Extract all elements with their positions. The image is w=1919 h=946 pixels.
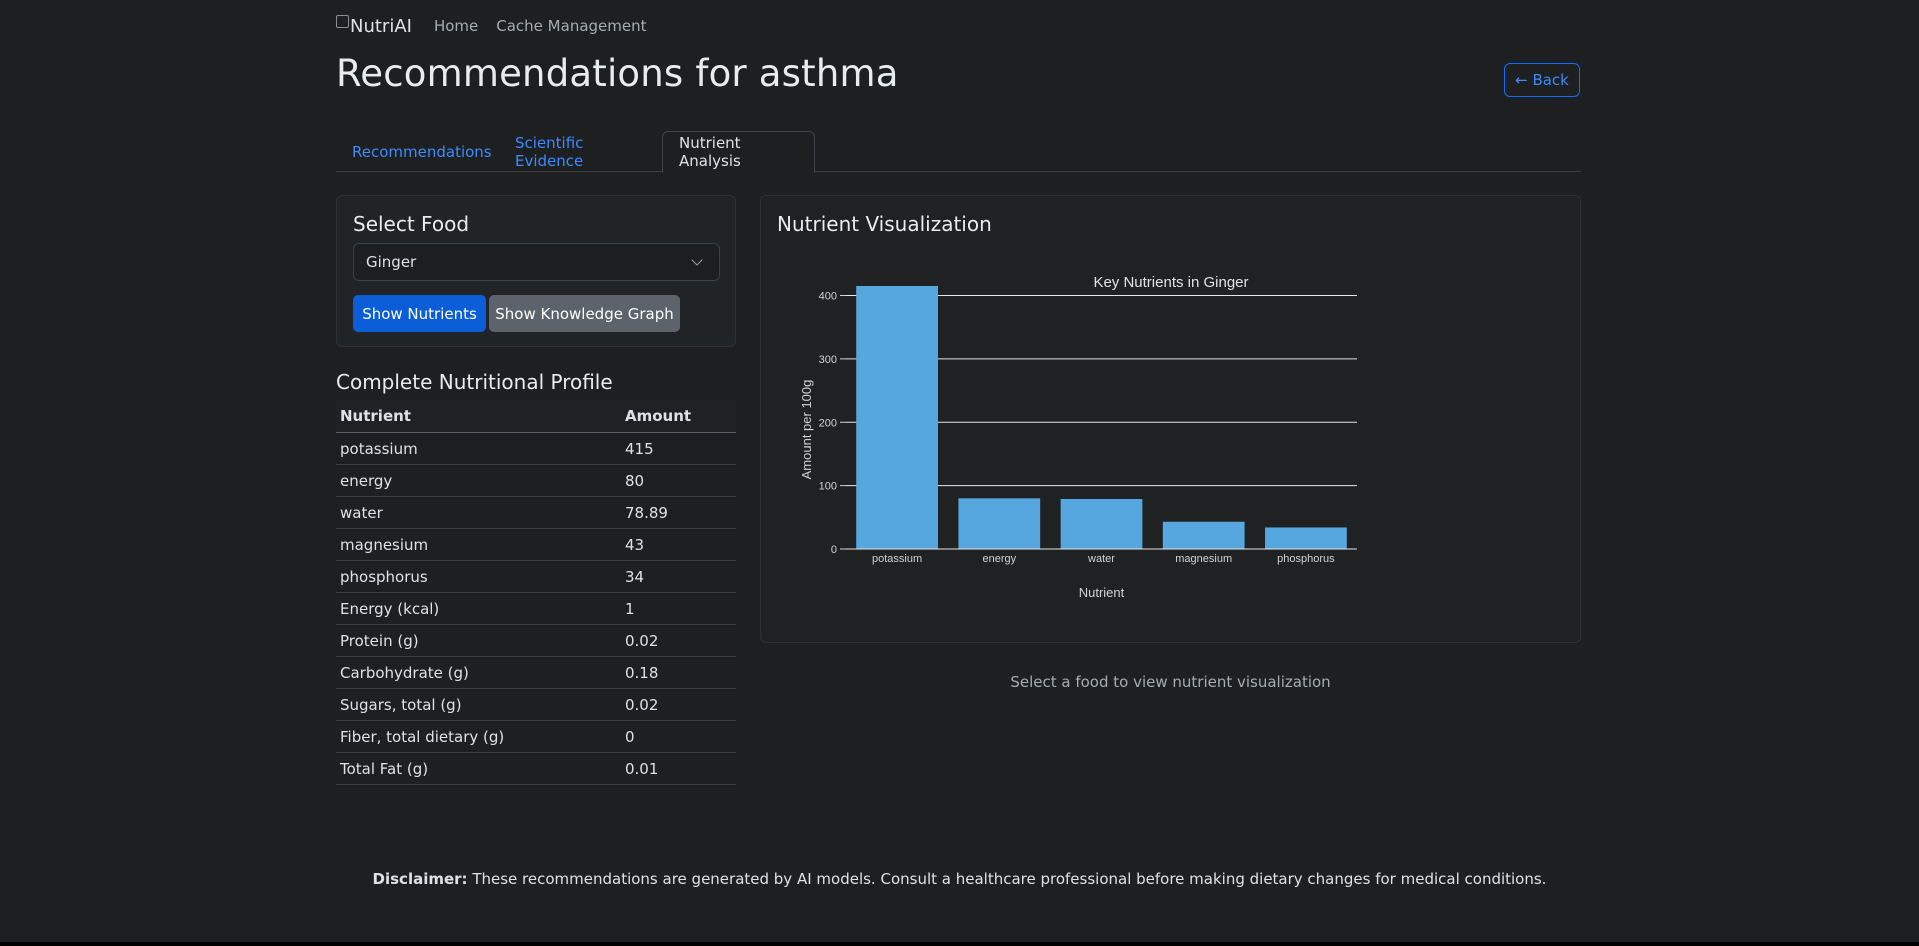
nutrient-bar-chart: Key Nutrients in Ginger 0 100 200 300 400 pota… (799, 274, 1357, 600)
brand-alt-text: NutriAI (350, 15, 412, 37)
x-tick-label: water (1087, 553, 1115, 565)
table-body: potassium 415 energy 80 water 78.89 magnesium 4… (336, 432, 736, 785)
nutrient-amount-cell: 0 (621, 720, 736, 753)
table-row: Total Fat (g) 0.01 (336, 752, 736, 785)
tab-nutrient-analysis[interactable]: Nutrient Analysis (662, 131, 815, 173)
nutrient-visualization-card: Nutrient Visualization Key Nutrients in … (760, 195, 1581, 643)
table-row: Energy (kcal) 1 (336, 592, 736, 625)
tab-bar: Recommendations Scientific Evidence Nutr… (336, 131, 1581, 173)
nav-link-cache-management[interactable]: Cache Management (496, 17, 646, 35)
nutrient-amount-cell: 43 (621, 528, 736, 561)
column-header-nutrient: Nutrient (336, 400, 621, 433)
table-row: water 78.89 (336, 496, 736, 529)
column-header-amount: Amount (621, 400, 736, 433)
broken-image-icon (336, 14, 349, 28)
y-axis-title: Amount per 100g (799, 380, 814, 480)
nutrient-amount-cell: 0.02 (621, 688, 736, 721)
nutrient-amount-cell: 0.01 (621, 752, 736, 785)
nutrient-amount-cell: 1 (621, 592, 736, 625)
bar-energy (958, 498, 1041, 549)
nutrient-amount-cell: 0.02 (621, 624, 736, 657)
bar-magnesium (1162, 521, 1245, 549)
nutrient-amount-cell: 0.18 (621, 656, 736, 689)
select-food-title: Select Food (353, 212, 470, 236)
page-title: Recommendations for asthma (336, 52, 899, 95)
top-nav: NutriAI Home Cache Management (336, 12, 665, 40)
disclaimer-text: These recommendations are generated by A… (467, 870, 1547, 888)
y-tick-label: 300 (819, 354, 837, 366)
show-nutrients-button[interactable]: Show Nutrients (353, 295, 486, 332)
back-button[interactable]: ← Back (1504, 63, 1580, 97)
nutrient-name-cell: water (336, 496, 621, 529)
table-header-row: Nutrient Amount (336, 400, 736, 433)
y-tick-label: 400 (819, 291, 837, 303)
food-select-value: Ginger (366, 253, 417, 271)
nutrient-name-cell: Protein (g) (336, 624, 621, 657)
table-row: phosphorus 34 (336, 560, 736, 593)
table-row: Sugars, total (g) 0.02 (336, 688, 736, 721)
nutrient-name-cell: potassium (336, 432, 621, 465)
nutrient-name-cell: phosphorus (336, 560, 621, 593)
nav-link-home[interactable]: Home (434, 17, 478, 35)
x-tick-label: energy (982, 553, 1016, 565)
nutrient-name-cell: Total Fat (g) (336, 752, 621, 785)
table-row: Protein (g) 0.02 (336, 624, 736, 657)
nutrient-name-cell: Fiber, total dietary (g) (336, 720, 621, 753)
table-row: Carbohydrate (g) 0.18 (336, 656, 736, 689)
nutritional-profile-title: Complete Nutritional Profile (336, 370, 613, 394)
chevron-down-icon (691, 254, 703, 266)
nutrient-name-cell: Carbohydrate (g) (336, 656, 621, 689)
nutrient-name-cell: magnesium (336, 528, 621, 561)
brand-logo[interactable]: NutriAI (336, 14, 412, 37)
y-tick-label: 0 (831, 544, 837, 556)
bar-phosphorus (1265, 527, 1347, 549)
bar-potassium (856, 286, 938, 549)
bar-water (1060, 499, 1143, 549)
tab-scientific-evidence[interactable]: Scientific Evidence (499, 131, 662, 172)
disclaimer-label: Disclaimer: (372, 870, 468, 888)
nutrient-amount-cell: 80 (621, 464, 736, 497)
bottom-strip (0, 942, 1919, 946)
x-axis-title: Nutrient (1079, 585, 1125, 600)
tab-recommendations[interactable]: Recommendations (336, 131, 499, 172)
show-knowledge-graph-button[interactable]: Show Knowledge Graph (489, 295, 680, 332)
nutrient-amount-cell: 415 (621, 432, 736, 465)
table-row: Fiber, total dietary (g) 0 (336, 720, 736, 753)
nutrient-amount-cell: 34 (621, 560, 736, 593)
y-tick-label: 100 (819, 481, 837, 493)
empty-visualization-message: Select a food to view nutrient visualiza… (1010, 673, 1331, 691)
nutrient-name-cell: Energy (kcal) (336, 592, 621, 625)
nutritional-profile-table: Nutrient Amount potassium 415 energy 80 wate… (336, 400, 736, 785)
select-food-card: Select Food Ginger Show Nutrients Show K… (336, 195, 736, 347)
table-row: magnesium 43 (336, 528, 736, 561)
y-tick-label: 200 (819, 417, 837, 429)
nutrient-amount-cell: 78.89 (621, 496, 736, 529)
food-select[interactable]: Ginger (353, 243, 720, 281)
x-tick-label: magnesium (1175, 553, 1232, 565)
nutrient-name-cell: energy (336, 464, 621, 497)
chart-title: Key Nutrients in Ginger (1093, 274, 1248, 291)
x-tick-label: phosphorus (1277, 553, 1335, 565)
x-tick-label: potassium (872, 553, 922, 565)
table-row: potassium 415 (336, 432, 736, 465)
page: NutriAI Home Cache Management Recommenda… (0, 0, 1919, 946)
nutrient-name-cell: Sugars, total (g) (336, 688, 621, 721)
table-row: energy 80 (336, 464, 736, 497)
disclaimer: Disclaimer: These recommendations are ge… (0, 870, 1919, 888)
